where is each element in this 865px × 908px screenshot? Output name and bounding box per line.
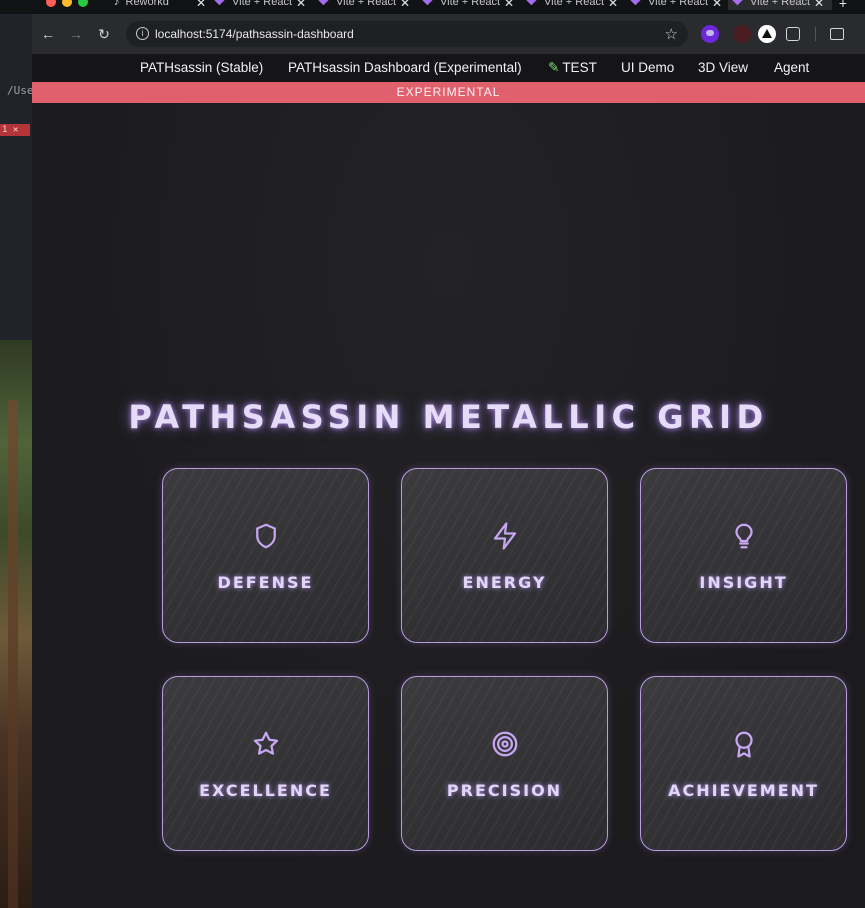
address-bar[interactable]: i localhost:5174/pathsassin-dashboard ☆ — [126, 21, 688, 47]
nav-link-pathsassin-stable[interactable]: PATHsassin (Stable) — [140, 60, 263, 75]
experimental-banner: EXPERIMENTAL — [32, 82, 865, 103]
browser-tab[interactable]: ♪ Reworkd ✕ — [110, 0, 214, 10]
maximize-window-button[interactable] — [78, 0, 88, 7]
app-nav-bar: PATHsassin (Stable) PATHsassin Dashboard… — [32, 54, 865, 82]
browser-tab[interactable]: Vite + React ✕ — [210, 0, 314, 10]
card-label: DEFENSE — [217, 573, 314, 592]
nav-link-test-label: TEST — [562, 60, 597, 75]
card-label: ACHIEVEMENT — [668, 781, 819, 800]
nav-link-ui-demo[interactable]: UI Demo — [621, 60, 674, 75]
tab-close-icon[interactable]: ✕ — [400, 0, 410, 10]
url-text[interactable]: localhost:5174/pathsassin-dashboard — [155, 27, 354, 41]
desktop-background: /Use 1 ✕ — [0, 0, 34, 908]
card-label: PRECISION — [446, 781, 563, 800]
tab-close-icon[interactable]: ✕ — [608, 0, 618, 10]
browser-tab[interactable]: Vite + React ✕ — [314, 0, 418, 10]
tab-close-icon[interactable]: ✕ — [814, 0, 824, 10]
reworkd-favicon-icon: ♪ — [114, 0, 120, 8]
tab-title: Vite + React — [648, 0, 709, 8]
extension-icon[interactable] — [733, 25, 751, 43]
pencil-icon: ✎ — [548, 60, 560, 75]
card-label: INSIGHT — [699, 573, 788, 592]
close-window-button[interactable] — [46, 0, 56, 7]
vite-favicon-icon — [525, 0, 538, 6]
toolbar-divider — [815, 27, 816, 41]
tab-close-icon[interactable]: ✕ — [712, 0, 722, 10]
lightbulb-icon — [641, 521, 846, 556]
tab-title: Vite + React — [750, 0, 811, 8]
tab-title: Vite + React — [544, 0, 605, 8]
browser-window: ♪ Reworkd ✕ Vite + React ✕ Vite + React ✕… — [0, 0, 865, 908]
shield-icon — [163, 521, 368, 556]
card-excellence[interactable]: EXCELLENCE — [162, 676, 369, 851]
browser-toolbar: ← → ↻ i localhost:5174/pathsassin-dashbo… — [32, 14, 865, 54]
browser-tab[interactable]: Vite + React ✕ — [522, 0, 626, 10]
target-icon — [402, 729, 607, 764]
award-icon — [641, 729, 846, 764]
tab-title: Vite + React — [232, 0, 293, 8]
card-label: EXCELLENCE — [199, 781, 332, 800]
star-icon — [163, 729, 368, 764]
page-title: PATHSASSIN METALLIC GRID — [128, 398, 769, 436]
tab-close-icon[interactable]: ✕ — [196, 0, 206, 10]
vite-favicon-icon — [629, 0, 642, 6]
new-tab-button[interactable]: + — [839, 0, 847, 11]
tab-close-icon[interactable]: ✕ — [296, 0, 306, 10]
puzzle-extensions-icon[interactable] — [786, 27, 800, 41]
background-editor-window: /Use 1 ✕ — [0, 0, 34, 340]
dashboard-main: PATHSASSIN METALLIC GRID DEFENSE ENERGY … — [32, 103, 865, 908]
nav-link-agent[interactable]: Agent — [774, 60, 809, 75]
card-achievement[interactable]: ACHIEVEMENT — [640, 676, 847, 851]
site-info-icon[interactable]: i — [136, 27, 149, 40]
tab-close-icon[interactable]: ✕ — [504, 0, 514, 10]
nav-link-dashboard-experimental[interactable]: PATHsassin Dashboard (Experimental) — [288, 60, 522, 75]
card-energy[interactable]: ENERGY — [401, 468, 608, 643]
lightning-icon — [402, 521, 607, 556]
minimize-window-button[interactable] — [62, 0, 72, 7]
vite-favicon-icon — [731, 0, 744, 6]
chat-extension-icon[interactable] — [701, 25, 719, 43]
background-path-text: /Use — [7, 84, 34, 97]
vite-favicon-icon — [213, 0, 226, 6]
tab-strip: ♪ Reworkd ✕ Vite + React ✕ Vite + React ✕… — [0, 0, 865, 14]
card-insight[interactable]: INSIGHT — [640, 468, 847, 643]
tab-title: Reworkd — [125, 0, 169, 8]
browser-tab-active[interactable]: Vite + React ✕ — [728, 0, 832, 10]
forward-arrow-icon[interactable]: → — [66, 24, 86, 44]
reload-icon[interactable]: ↻ — [94, 24, 114, 44]
vite-favicon-icon — [317, 0, 330, 6]
vite-favicon-icon — [421, 0, 434, 6]
card-label: ENERGY — [462, 573, 547, 592]
nav-link-3d-view[interactable]: 3D View — [698, 60, 748, 75]
back-arrow-icon[interactable]: ← — [38, 24, 58, 44]
bookmark-star-icon[interactable]: ☆ — [665, 25, 678, 43]
card-precision[interactable]: PRECISION — [401, 676, 608, 851]
nav-link-test[interactable]: ✎ TEST — [548, 60, 597, 76]
cast-icon[interactable] — [830, 28, 844, 40]
tab-title: Vite + React — [440, 0, 501, 8]
triangle-extension-icon[interactable] — [758, 25, 776, 43]
tab-title: Vite + React — [336, 0, 397, 8]
browser-tab[interactable]: Vite + React ✕ — [626, 0, 730, 10]
background-error-marker: 1 ✕ — [0, 124, 30, 136]
card-defense[interactable]: DEFENSE — [162, 468, 369, 643]
browser-tab[interactable]: Vite + React ✕ — [418, 0, 522, 10]
desktop-wallpaper — [0, 340, 32, 908]
